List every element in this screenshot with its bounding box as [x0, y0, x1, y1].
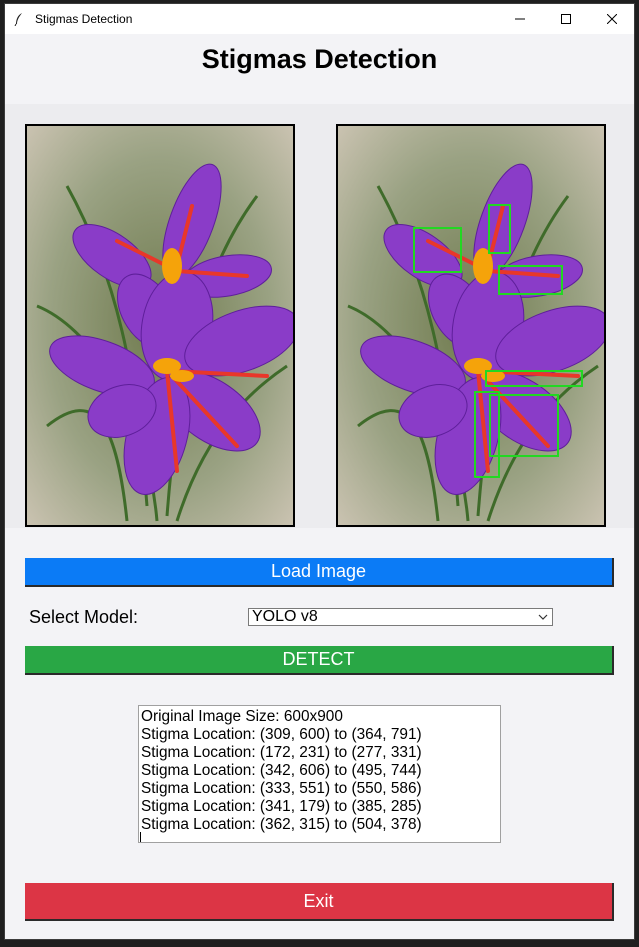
result-line: Original Image Size: 600x900	[141, 708, 343, 725]
original-image	[25, 124, 295, 527]
close-icon	[607, 14, 617, 24]
close-button[interactable]	[589, 4, 635, 34]
feather-icon	[14, 13, 22, 26]
model-select-value: YOLO v8	[252, 608, 318, 625]
model-select[interactable]: YOLO v8	[248, 608, 553, 626]
window-title: Stigmas Detection	[35, 12, 133, 26]
maximize-button[interactable]	[543, 4, 589, 34]
load-image-button[interactable]: Load Image	[25, 558, 614, 587]
chevron-down-icon	[538, 614, 548, 620]
minimize-button[interactable]	[497, 4, 543, 34]
result-line: Stigma Location: (342, 606) to (495, 744…	[141, 762, 422, 779]
app-window: Stigmas Detection Stigmas Detection Load…	[4, 3, 635, 940]
result-line: Stigma Location: (172, 231) to (277, 331…	[141, 744, 422, 761]
page-title: Stigmas Detection	[201, 44, 438, 74]
detect-button[interactable]: DETECT	[25, 646, 614, 675]
saffron-flower-detections-image	[338, 126, 604, 525]
text-caret	[140, 832, 141, 842]
exit-button[interactable]: Exit	[25, 883, 614, 921]
title-bar[interactable]: Stigmas Detection	[5, 4, 634, 34]
result-line: Stigma Location: (309, 600) to (364, 791…	[141, 726, 422, 743]
saffron-flower-image	[27, 126, 293, 525]
result-line: Stigma Location: (362, 315) to (504, 378…	[141, 816, 422, 833]
select-model-label: Select Model:	[29, 607, 139, 627]
detected-image	[336, 124, 606, 527]
maximize-icon	[561, 14, 571, 24]
result-line: Stigma Location: (341, 179) to (385, 285…	[141, 798, 422, 815]
minimize-icon	[515, 18, 525, 20]
results-textbox[interactable]: Original Image Size: 600x900 Stigma Loca…	[138, 705, 501, 843]
result-line: Stigma Location: (333, 551) to (550, 586…	[141, 780, 422, 797]
